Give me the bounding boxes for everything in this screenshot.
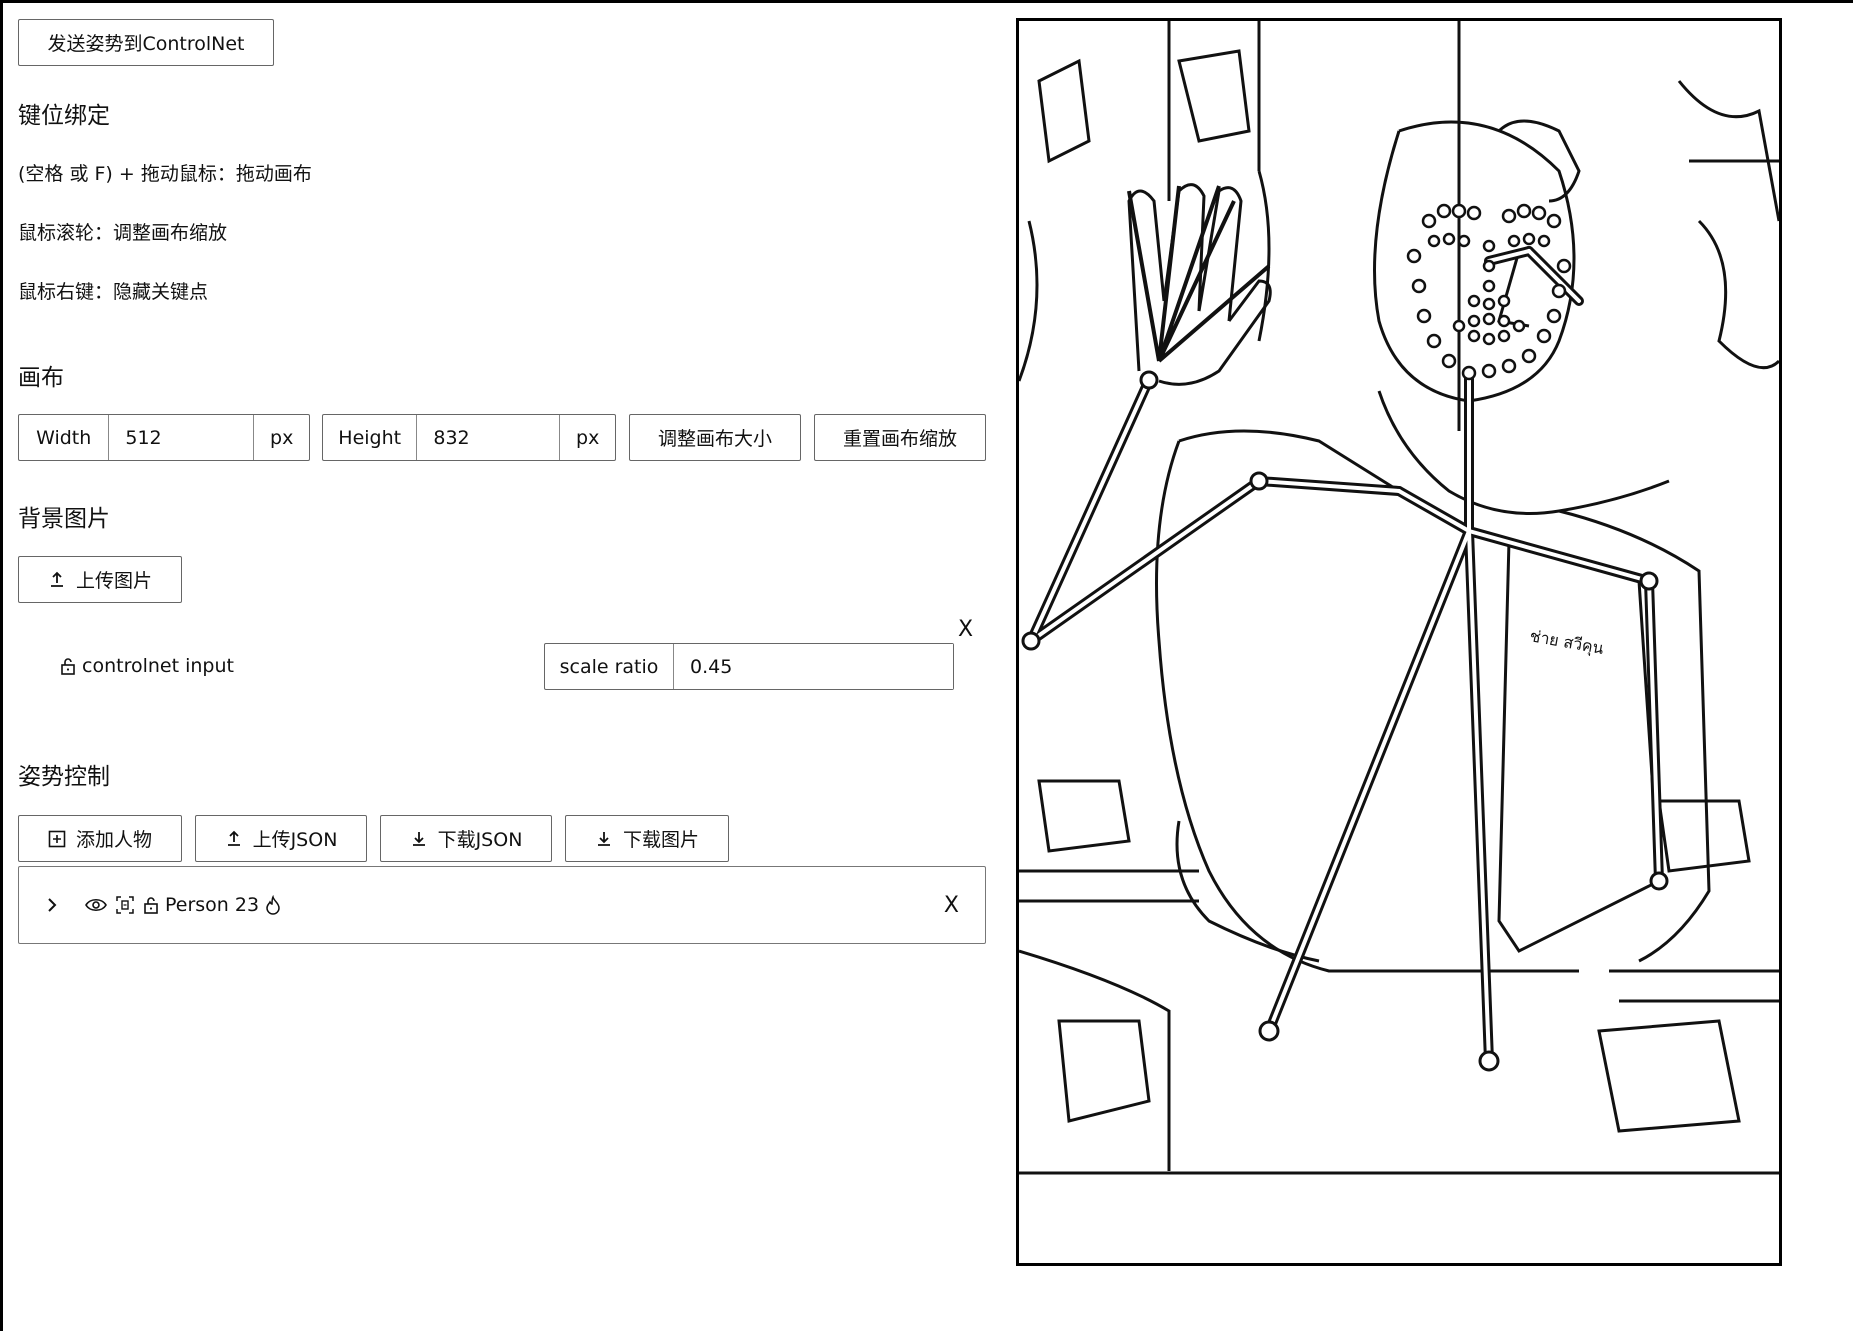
width-input[interactable] bbox=[109, 415, 254, 460]
pose-canvas[interactable]: ช่าย สวีคุน bbox=[1016, 18, 1782, 1266]
download-image-label: 下载图片 bbox=[622, 829, 699, 851]
add-person-button[interactable]: 添加人物 bbox=[18, 815, 182, 862]
keybinding-drag: (空格 或 F) + 拖动鼠标：拖动画布 bbox=[18, 163, 312, 185]
reset-zoom-label: 重置画布缩放 bbox=[842, 428, 957, 450]
resize-canvas-label: 调整画布大小 bbox=[657, 428, 772, 450]
lock-icon[interactable] bbox=[143, 896, 159, 914]
background-item: controlnet input bbox=[60, 655, 234, 677]
pose-preview-image[interactable]: ช่าย สวีคุน bbox=[1019, 21, 1779, 1263]
keybinding-hide: 鼠标右键：隐藏关键点 bbox=[18, 281, 209, 303]
canvas-title: 画布 bbox=[18, 365, 64, 391]
height-input-group: Height px bbox=[322, 414, 616, 461]
upload-image-button[interactable]: 上传图片 bbox=[18, 556, 182, 603]
remove-person-button[interactable]: X bbox=[944, 893, 959, 918]
eye-icon[interactable] bbox=[85, 897, 107, 913]
person-panel: Person 23 X bbox=[18, 866, 986, 944]
download-icon bbox=[595, 830, 613, 848]
scale-ratio-input[interactable] bbox=[674, 644, 953, 689]
lock-icon[interactable] bbox=[60, 657, 76, 675]
upload-json-label: 上传JSON bbox=[252, 829, 338, 851]
download-image-button[interactable]: 下载图片 bbox=[565, 815, 729, 862]
pose-control-title: 姿势控制 bbox=[18, 764, 110, 790]
send-to-controlnet-label: 发送姿势到ControlNet bbox=[47, 33, 245, 55]
chevron-right-icon[interactable] bbox=[45, 896, 59, 914]
height-label: Height bbox=[323, 415, 418, 460]
width-label: Width bbox=[19, 415, 110, 460]
download-json-label: 下载JSON bbox=[437, 829, 523, 851]
background-title: 背景图片 bbox=[18, 506, 110, 532]
keybinding-zoom: 鼠标滚轮：调整画布缩放 bbox=[18, 222, 228, 244]
height-input[interactable] bbox=[417, 415, 560, 460]
upload-json-button[interactable]: 上传JSON bbox=[195, 815, 367, 862]
add-person-label: 添加人物 bbox=[75, 829, 152, 851]
upload-image-label: 上传图片 bbox=[75, 570, 152, 592]
resize-canvas-button[interactable]: 调整画布大小 bbox=[629, 414, 801, 461]
flame-icon[interactable] bbox=[265, 895, 281, 915]
width-unit: px bbox=[253, 415, 309, 460]
person-name: Person 23 bbox=[165, 894, 260, 916]
person-row[interactable]: Person 23 X bbox=[19, 867, 985, 943]
send-to-controlnet-button[interactable]: 发送姿势到ControlNet bbox=[18, 19, 274, 66]
reset-zoom-button[interactable]: 重置画布缩放 bbox=[814, 414, 986, 461]
background-item-label: controlnet input bbox=[82, 655, 234, 677]
scale-ratio-label: scale ratio bbox=[545, 644, 674, 689]
download-icon bbox=[410, 830, 428, 848]
plus-square-icon bbox=[48, 830, 66, 848]
remove-background-button[interactable]: X bbox=[958, 617, 973, 642]
keybindings-title: 键位绑定 bbox=[18, 103, 110, 129]
select-target-icon[interactable] bbox=[115, 895, 135, 915]
upload-icon bbox=[48, 571, 66, 589]
upload-icon bbox=[225, 830, 243, 848]
download-json-button[interactable]: 下载JSON bbox=[380, 815, 552, 862]
width-input-group: Width px bbox=[18, 414, 310, 461]
scale-ratio-group: scale ratio bbox=[544, 643, 954, 690]
height-unit: px bbox=[559, 415, 615, 460]
